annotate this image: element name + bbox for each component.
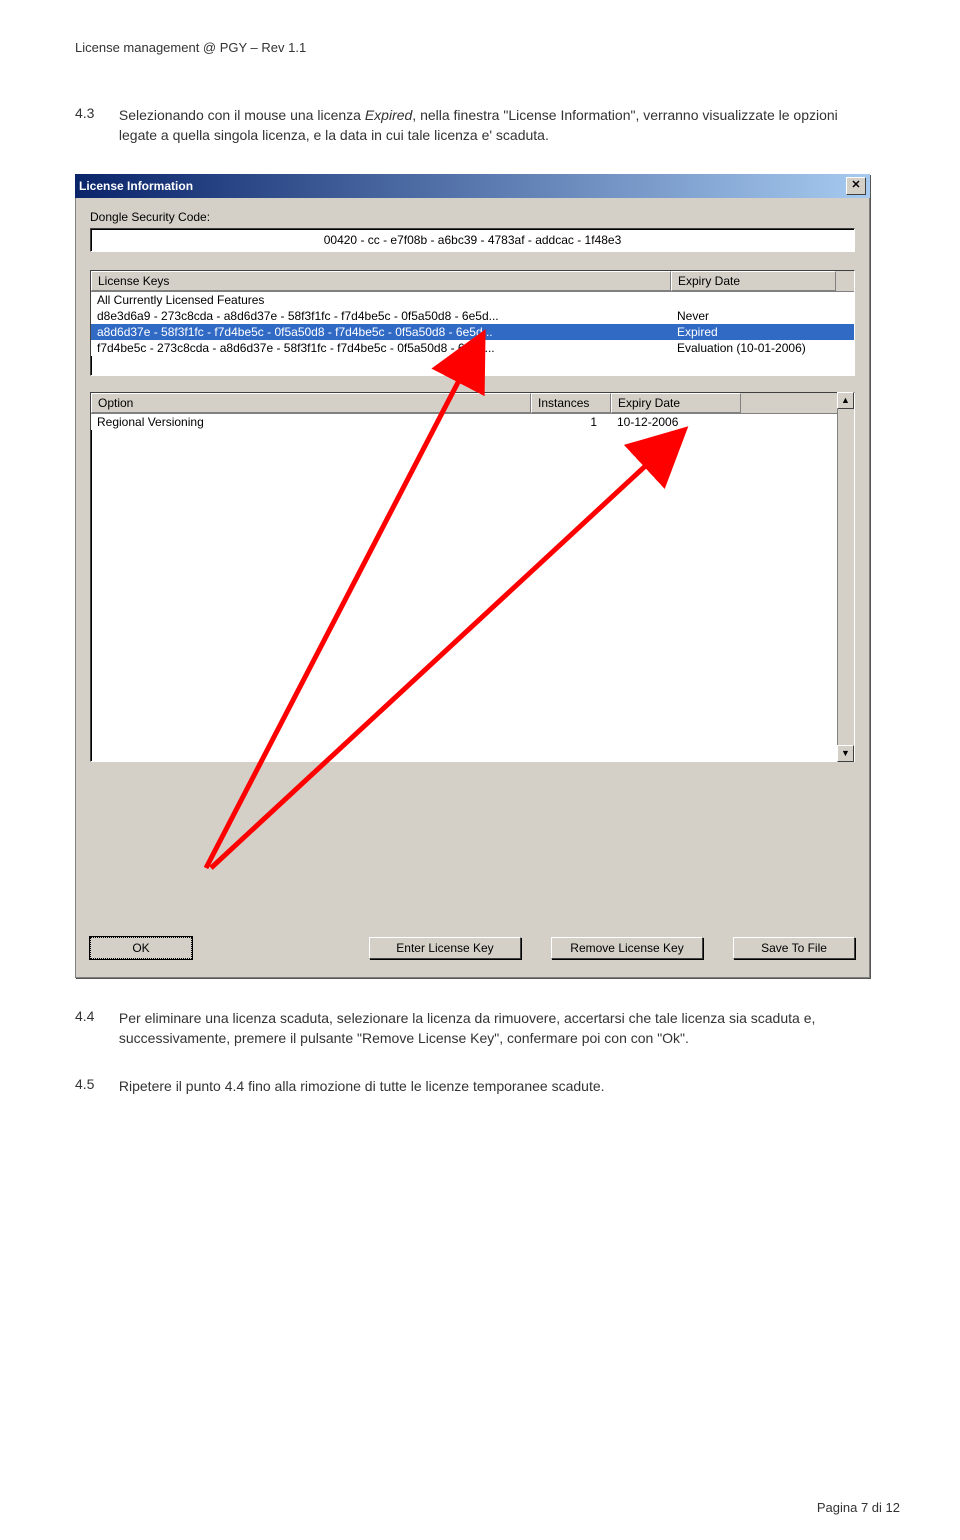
col-instances[interactable]: Instances — [531, 393, 611, 413]
text: Per eliminare una licenza scaduta, selez… — [119, 1008, 879, 1049]
page-footer: Pagina 7 di 12 — [817, 1500, 900, 1515]
page-header: License management @ PGY – Rev 1.1 — [75, 40, 900, 55]
section-number: 4.4 — [75, 1008, 115, 1024]
list-header: License Keys Expiry Date — [91, 271, 854, 292]
close-icon[interactable]: ✕ — [846, 177, 866, 195]
cell-expiry: 10-12-2006 — [611, 414, 741, 430]
section-number: 4.5 — [75, 1076, 115, 1092]
list-section-label: All Currently Licensed Features — [91, 292, 671, 308]
license-keys-list[interactable]: License Keys Expiry Date All Currently L… — [90, 270, 855, 376]
text: Ripetere il punto 4.4 fino alla rimozion… — [119, 1076, 879, 1096]
para-4-3: 4.3 Selezionando con il mouse una licenz… — [75, 105, 900, 146]
text: Selezionando con il mouse una licenza — [119, 107, 365, 123]
scroll-up-icon[interactable]: ▲ — [837, 392, 854, 409]
save-to-file-button[interactable]: Save To File — [733, 937, 855, 959]
col-license-keys[interactable]: License Keys — [91, 271, 671, 291]
cell-expiry: Never — [671, 308, 836, 324]
license-information-dialog: License Information ✕ Dongle Security Co… — [75, 174, 870, 978]
cell-instances: 1 — [531, 414, 611, 430]
dialog-button-row: OK Enter License Key Remove License Key … — [90, 937, 855, 959]
dialog-titlebar[interactable]: License Information ✕ — [75, 174, 870, 198]
dongle-code-field: 00420 - cc - e7f08b - a6bc39 - 4783af - … — [90, 228, 855, 252]
license-key-row[interactable]: d8e3d6a9 - 273c8cda - a8d6d37e - 58f3f1f… — [91, 308, 854, 324]
cell-key: a8d6d37e - 58f3f1fc - f7d4be5c - 0f5a50d… — [91, 324, 671, 340]
cell-expiry: Evaluation (10-01-2006) — [671, 340, 836, 356]
para-4-4: 4.4 Per eliminare una licenza scaduta, s… — [75, 1008, 900, 1049]
license-key-row[interactable]: a8d6d37e - 58f3f1fc - f7d4be5c - 0f5a50d… — [91, 324, 854, 340]
list-header: Option Instances Expiry Date — [91, 393, 854, 414]
cell-option: Regional Versioning — [91, 414, 531, 430]
option-row[interactable]: Regional Versioning 1 10-12-2006 — [91, 414, 854, 430]
para-4-5: 4.5 Ripetere il punto 4.4 fino alla rimo… — [75, 1076, 900, 1096]
remove-license-key-button[interactable]: Remove License Key — [551, 937, 703, 959]
text-italic: Expired — [365, 107, 412, 123]
cell-key: f7d4be5c - 273c8cda - a8d6d37e - 58f3f1f… — [91, 340, 671, 356]
scroll-down-icon[interactable]: ▼ — [837, 745, 854, 762]
col-expiry-date[interactable]: Expiry Date — [671, 271, 836, 291]
cell-expiry: Expired — [671, 324, 836, 340]
scrollbar[interactable] — [837, 393, 854, 761]
enter-license-key-button[interactable]: Enter License Key — [369, 937, 521, 959]
list-section-row: All Currently Licensed Features — [91, 292, 854, 308]
dongle-label: Dongle Security Code: — [90, 210, 855, 224]
dialog-title: License Information — [79, 179, 193, 193]
section-number: 4.3 — [75, 105, 115, 121]
cell-key: d8e3d6a9 - 273c8cda - a8d6d37e - 58f3f1f… — [91, 308, 671, 324]
col-option[interactable]: Option — [91, 393, 531, 413]
ok-button[interactable]: OK — [90, 937, 192, 959]
col-expiry-date[interactable]: Expiry Date — [611, 393, 741, 413]
license-key-row[interactable]: f7d4be5c - 273c8cda - a8d6d37e - 58f3f1f… — [91, 340, 854, 356]
options-list[interactable]: Option Instances Expiry Date Regional Ve… — [90, 392, 855, 762]
